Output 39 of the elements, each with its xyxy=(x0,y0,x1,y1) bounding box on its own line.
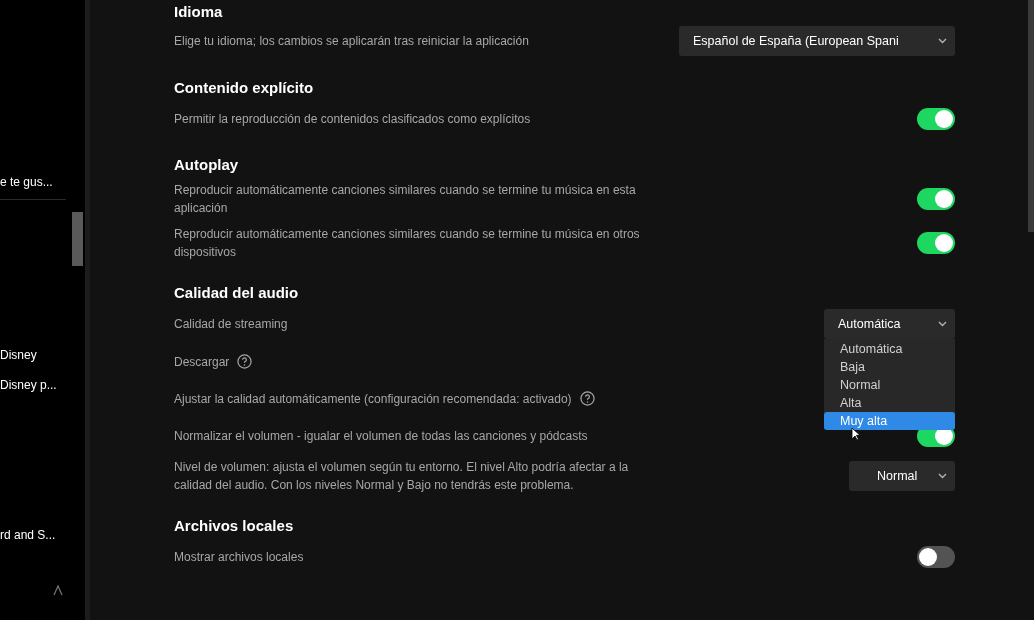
dropdown-select[interactable]: Automática xyxy=(824,309,955,339)
setting-label: Mostrar archivos locales xyxy=(174,548,304,566)
pin-icon[interactable] xyxy=(52,584,64,596)
dropdown-select[interactable]: Español de España (European Spani xyxy=(679,26,955,56)
toggle-switch[interactable] xyxy=(917,545,955,568)
setting-label: Reproducir automáticamente canciones similares cuando se termine tu música en otros dispositivos xyxy=(174,226,641,261)
section-heading: Idioma xyxy=(174,2,223,22)
cursor-icon xyxy=(851,427,861,441)
section-heading: Archivos locales xyxy=(174,516,294,536)
dropdown-option[interactable]: Normal xyxy=(824,376,955,394)
setting-label: Ajustar la calidad automáticamente (configuración recomendada: activado) xyxy=(174,390,572,408)
chevron-down-icon xyxy=(938,473,947,479)
sidebar-item[interactable]: Disney xyxy=(0,346,66,364)
sidebar-item[interactable]: Disney p... xyxy=(0,376,66,394)
chevron-down-icon xyxy=(938,38,947,44)
help-icon[interactable] xyxy=(237,354,253,369)
setting-label: Descargar xyxy=(174,353,230,371)
dropdown-option[interactable]: Automática xyxy=(824,340,955,358)
section-heading: Contenido explícito xyxy=(174,78,314,98)
dropdown-select[interactable]: Normal xyxy=(849,461,955,491)
section-heading: Calidad del audio xyxy=(174,283,299,303)
dropdown-option[interactable]: Alta xyxy=(824,394,955,412)
help-icon[interactable] xyxy=(579,391,595,406)
setting-label: Elige tu idioma; los cambios se aplicarán tras reiniciar la aplicación xyxy=(174,33,529,50)
setting-label: Reproducir automáticamente canciones similares cuando se termine tu música en esta aplicación xyxy=(174,182,637,217)
toggle-switch[interactable] xyxy=(917,232,955,254)
scrollbar-thumb[interactable] xyxy=(72,212,83,266)
setting-label: Permitir la reproducción de contenidos clasificados como explícitos xyxy=(174,110,531,128)
sidebar-item[interactable]: e te gus... xyxy=(0,173,66,191)
section-heading: Autoplay xyxy=(174,155,239,175)
toggle-switch[interactable] xyxy=(917,107,955,130)
dropdown-option[interactable]: Muy alta xyxy=(824,412,955,430)
setting-label: Calidad de streaming xyxy=(174,316,288,333)
sidebar-item[interactable]: rd and S... xyxy=(0,526,66,544)
setting-label: Normalizar el volumen - igualar el volumen de todas las canciones y pódcasts xyxy=(174,427,588,445)
dropdown-option[interactable]: Baja xyxy=(824,358,955,376)
chevron-down-icon xyxy=(938,321,947,327)
toggle-switch[interactable] xyxy=(917,188,955,210)
setting-label: Nivel de volumen: ajusta el volumen según tu entorno. El nivel Alto podría afectar a la calidad del audio. Con los niveles Normal y Bajo no tendrás este problema. xyxy=(174,459,630,494)
